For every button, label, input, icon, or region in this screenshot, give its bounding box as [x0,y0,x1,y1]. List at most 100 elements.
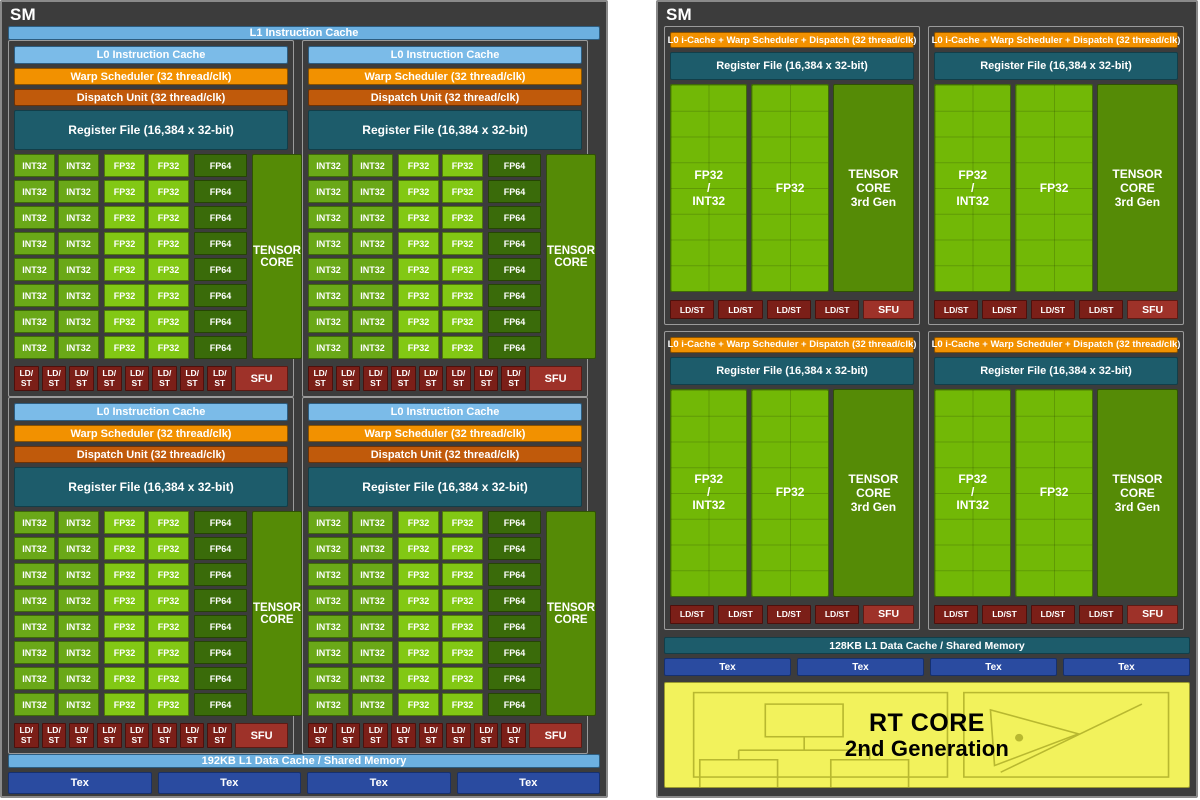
int32-core: INT32 [58,154,99,177]
int32-core: INT32 [58,693,99,716]
register-file: Register File (16,384 x 32-bit) [14,110,288,150]
int32-core: INT32 [14,563,55,586]
tex-unit: Tex [930,658,1057,676]
ldst-row: LD/STLD/STLD/STLD/STLD/STLD/STLD/STLD/ST… [14,723,288,748]
fp64-core: FP64 [488,667,541,690]
int32-core: INT32 [58,537,99,560]
fp32-core: FP32 [104,537,145,560]
fp64-core: FP64 [194,563,247,586]
fp64-core: FP64 [194,693,247,716]
core-array: INT32INT32INT32INT32INT32INT32INT32INT32… [308,511,582,716]
ldst-unit: LD/ST [419,366,444,391]
fp32-core: FP32 [104,336,145,359]
left-processing-block-4: L0 Instruction Cache Warp Scheduler (32 … [302,397,588,754]
int32-core: INT32 [14,336,55,359]
fp32-group: FP32FP32FP32FP32FP32FP32FP32FP32FP32FP32… [398,154,483,359]
int32-core: INT32 [308,667,349,690]
fp32-column: FP32FP32FP32FP32FP32FP32FP32FP32 [104,511,145,716]
l0-icache-warp-dispatch: L0 i-Cache + Warp Scheduler + Dispatch (… [934,337,1178,353]
fp64-group: FP64FP64FP64FP64FP64FP64FP64FP64 [194,154,247,359]
l0-icache-warp-dispatch: L0 i-Cache + Warp Scheduler + Dispatch (… [670,32,914,48]
int32-core: INT32 [308,693,349,716]
ldst-row: LD/STLD/STLD/STLD/STSFU [934,605,1178,624]
fp32-block: FP32 [1015,389,1092,597]
ldst-unit: LD/ST [767,300,811,319]
ldst-unit: LD/ST [815,300,859,319]
ldst-unit: LD/ST [474,366,499,391]
ldst-unit: LD/ST [982,300,1026,319]
ldst-unit: LD/ST [308,366,333,391]
fp32-core: FP32 [442,615,483,638]
dispatch-unit: Dispatch Unit (32 thread/clk) [308,446,582,463]
ldst-unit: LD/ST [934,605,978,624]
warp-scheduler: Warp Scheduler (32 thread/clk) [308,68,582,85]
ldst-unit: LD/ST [670,605,714,624]
ldst-unit: LD/ST [1031,300,1075,319]
sfu-unit: SFU [1127,605,1178,624]
int32-core: INT32 [58,206,99,229]
register-file: Register File (16,384 x 32-bit) [670,357,914,385]
fp32-core: FP32 [442,589,483,612]
l0-icache-warp-dispatch: L0 i-Cache + Warp Scheduler + Dispatch (… [934,32,1178,48]
fp32-int32-block-label: FP32/INT32 [956,473,989,512]
fp32-core: FP32 [148,232,189,255]
int32-core: INT32 [308,232,349,255]
l0-instruction-cache: L0 Instruction Cache [14,403,288,421]
fp32-column: FP32FP32FP32FP32FP32FP32FP32FP32 [398,154,439,359]
tex-unit: Tex [307,772,451,794]
register-file: Register File (16,384 x 32-bit) [670,52,914,80]
tex-unit: Tex [457,772,601,794]
fp32-column: FP32FP32FP32FP32FP32FP32FP32FP32 [398,511,439,716]
fp32-block-label: FP32 [776,182,805,195]
fp32-core: FP32 [398,206,439,229]
fp64-core: FP64 [488,154,541,177]
ldst-row: LD/STLD/STLD/STLD/STLD/STLD/STLD/STLD/ST… [308,723,582,748]
fp32-core: FP32 [398,693,439,716]
int32-core: INT32 [308,180,349,203]
int32-core: INT32 [14,206,55,229]
fp32-column: FP32FP32FP32FP32FP32FP32FP32FP32 [148,154,189,359]
dispatch-unit: Dispatch Unit (32 thread/clk) [14,89,288,106]
fp32-core: FP32 [442,641,483,664]
fp32-core: FP32 [104,641,145,664]
fp64-core: FP64 [488,563,541,586]
tensor-core: TENSOR CORE [252,511,302,716]
ldst-unit: LD/ST [670,300,714,319]
int32-core: INT32 [14,537,55,560]
int32-core: INT32 [14,284,55,307]
dispatch-unit: Dispatch Unit (32 thread/clk) [14,446,288,463]
int32-column: INT32INT32INT32INT32INT32INT32INT32INT32 [58,511,99,716]
right-processing-block-2: L0 i-Cache + Warp Scheduler + Dispatch (… [928,26,1184,325]
int32-core: INT32 [308,615,349,638]
int32-core: INT32 [352,232,393,255]
ldst-unit: LD/ST [391,366,416,391]
ldst-row: LD/STLD/STLD/STLD/STSFU [670,300,914,319]
fp32-int32-block: FP32/INT32 [934,389,1011,597]
ldst-unit: LD/ST [42,723,67,748]
register-file: Register File (16,384 x 32-bit) [14,467,288,507]
ldst-unit: LD/ST [125,723,150,748]
ldst-unit: LD/ST [125,366,150,391]
fp32-core: FP32 [442,310,483,333]
fp64-core: FP64 [194,180,247,203]
int32-core: INT32 [14,511,55,534]
register-file: Register File (16,384 x 32-bit) [934,357,1178,385]
fp32-block: FP32 [1015,84,1092,292]
fp32-core: FP32 [104,258,145,281]
fp32-core: FP32 [104,154,145,177]
fp32-column: FP32FP32FP32FP32FP32FP32FP32FP32 [442,511,483,716]
sfu-unit: SFU [863,605,914,624]
fp64-core: FP64 [194,154,247,177]
left-processing-block-2: L0 Instruction Cache Warp Scheduler (32 … [302,40,588,397]
ldst-unit: LD/ST [419,723,444,748]
ldst-row: LD/STLD/STLD/STLD/STSFU [934,300,1178,319]
right-processing-block-3: L0 i-Cache + Warp Scheduler + Dispatch (… [664,331,920,630]
right-processing-block-4: L0 i-Cache + Warp Scheduler + Dispatch (… [928,331,1184,630]
int32-core: INT32 [308,154,349,177]
int32-core: INT32 [352,206,393,229]
fp32-core: FP32 [104,180,145,203]
warp-scheduler: Warp Scheduler (32 thread/clk) [14,425,288,442]
fp64-core: FP64 [194,284,247,307]
left-processing-block-1: L0 Instruction Cache Warp Scheduler (32 … [8,40,294,397]
fp32-core: FP32 [398,154,439,177]
